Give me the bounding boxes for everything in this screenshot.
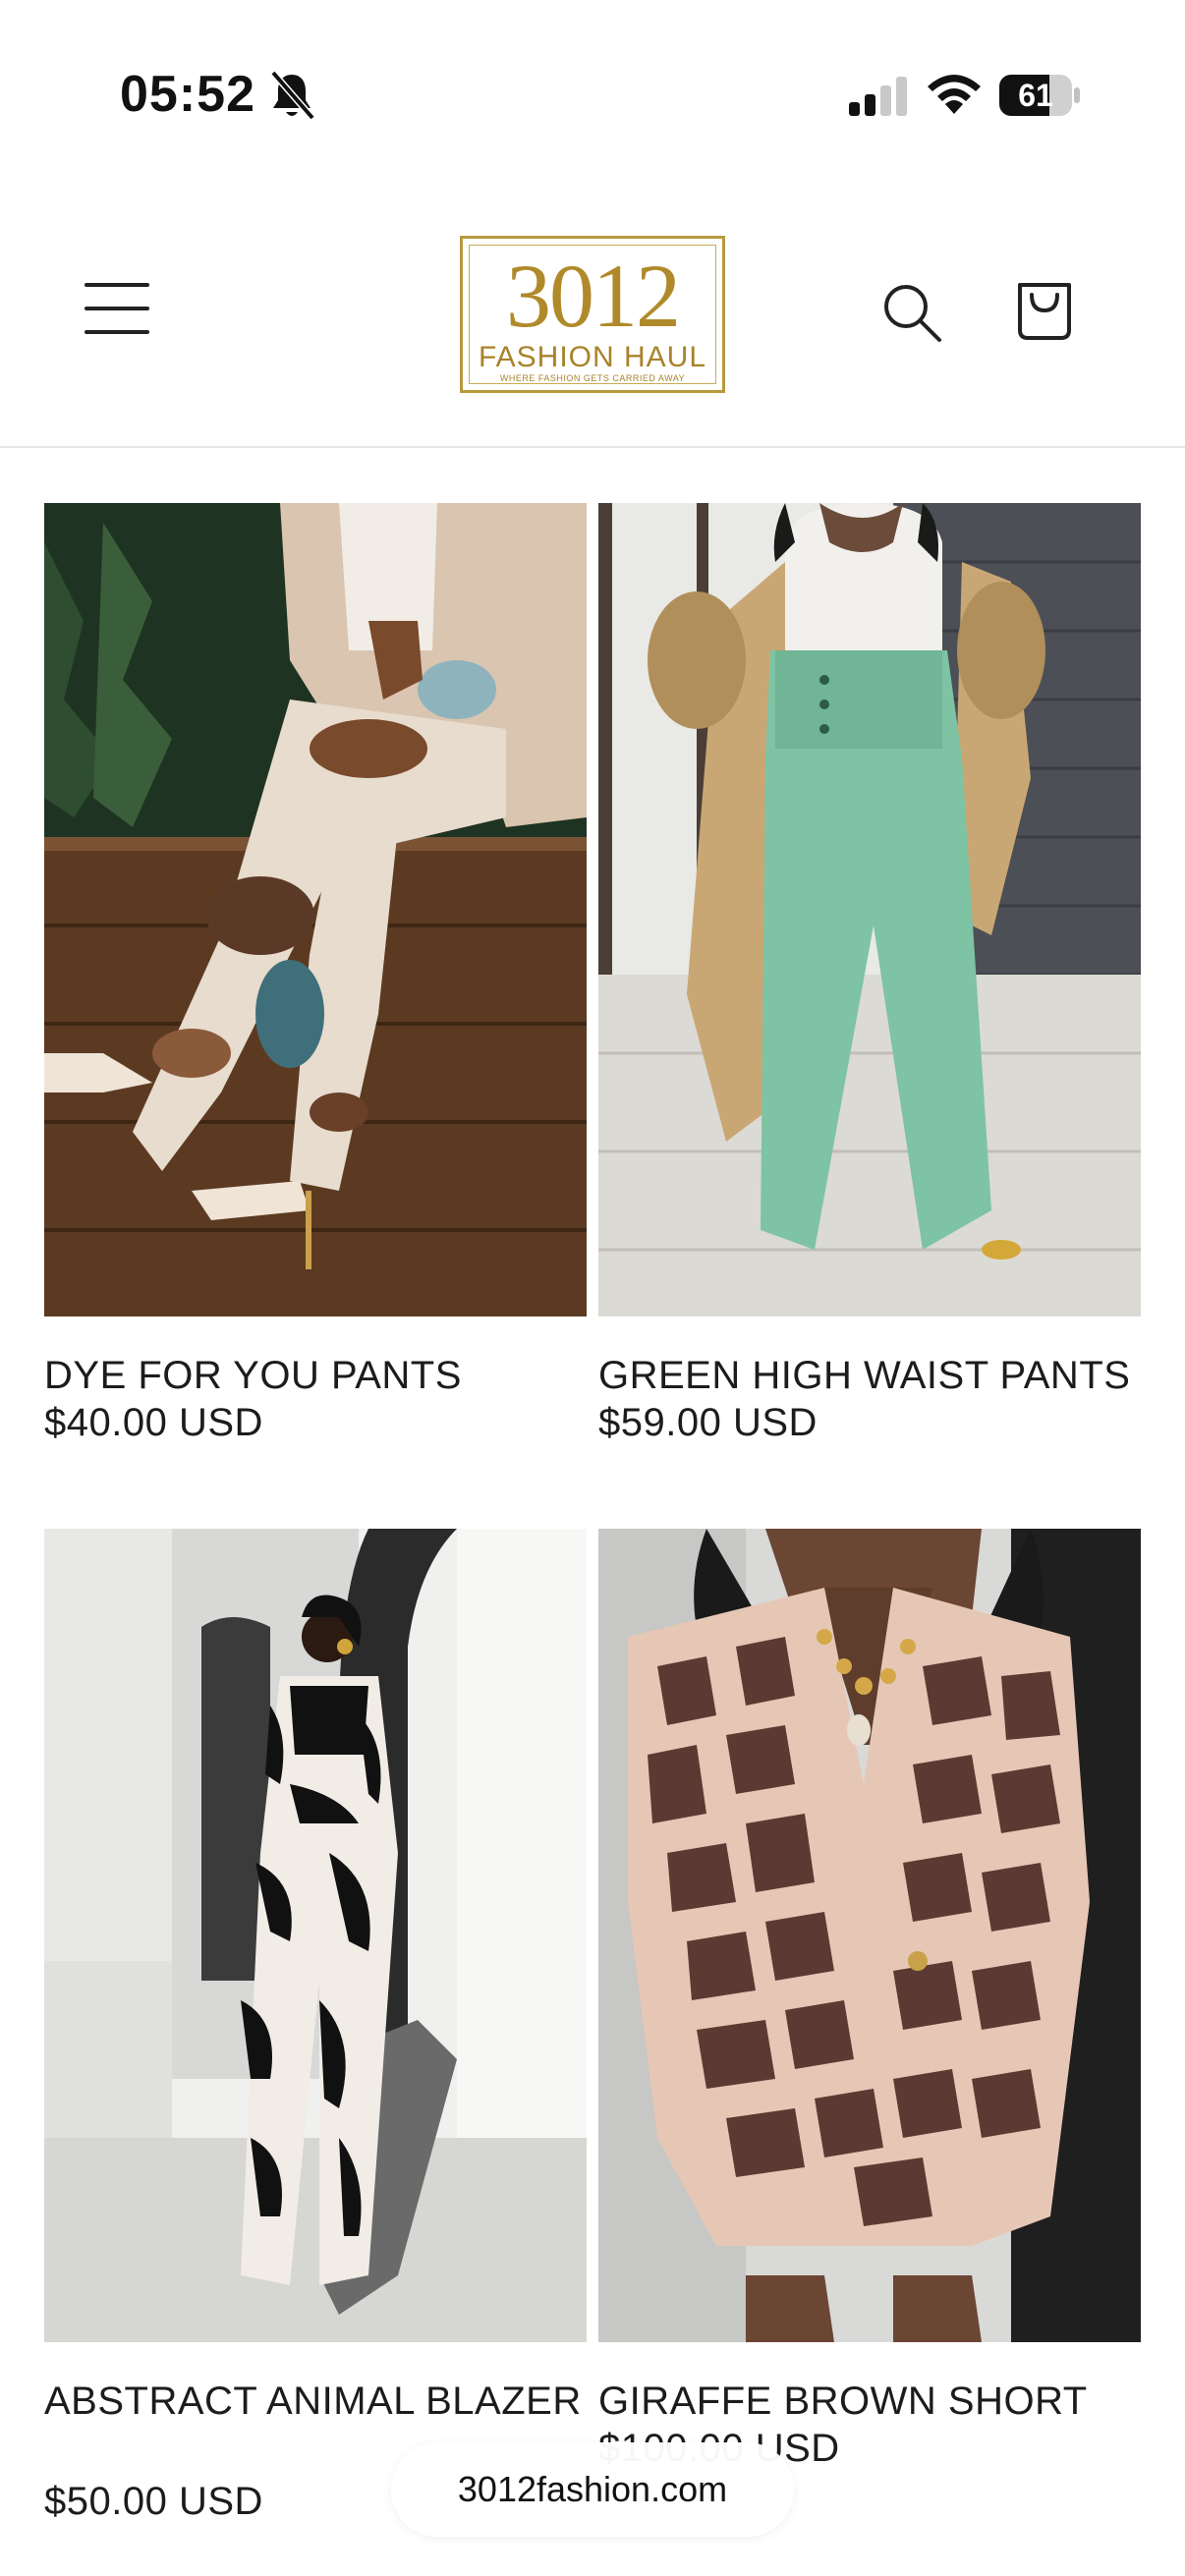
product-price: $40.00 USD [44,1401,263,1444]
site-header: 3012 FASHION HAUL WHERE FASHION GETS CAR… [0,177,1185,448]
wifi-icon [928,75,981,114]
logo-name: FASHION HAUL [478,341,707,373]
browser-url-bar[interactable]: 3012fashion.com [391,2442,794,2537]
battery-level: 61 [1018,77,1053,113]
product-card[interactable]: DYE FOR YOU PANTS $40.00 USD [44,503,587,1485]
logo-tagline: WHERE FASHION GETS CARRIED AWAY [499,373,686,383]
product-card[interactable]: ABSTRACT ANIMAL BLAZER $50.00 USD [44,1529,587,2576]
product-image[interactable] [44,1529,587,2342]
product-price: $59.00 USD [598,1401,818,1444]
product-card[interactable]: GREEN HIGH WAIST PANTS $59.00 USD [598,503,1141,1485]
product-image[interactable] [598,503,1141,1316]
product-image[interactable] [44,503,587,1316]
logo-number: 3012 [506,246,681,346]
product-title[interactable]: GREEN HIGH WAIST PANTS [598,1348,1149,1403]
product-title[interactable]: GIRAFFE BROWN SHORT [598,2374,1149,2429]
product-title[interactable]: ABSTRACT ANIMAL BLAZER [44,2374,594,2429]
product-title[interactable]: DYE FOR YOU PANTS [44,1348,594,1403]
status-bar: 05:52 61 [0,0,1185,177]
menu-icon[interactable] [85,283,149,342]
cellular-signal-icon [849,77,907,116]
status-time: 05:52 [120,66,255,123]
cart-icon[interactable] [1012,279,1077,344]
product-price: $50.00 USD [44,2480,263,2523]
bell-slash-icon [270,70,315,121]
product-card[interactable]: GIRAFFE BROWN SHORT $100.00 USD [598,1529,1141,2576]
site-logo[interactable]: 3012 FASHION HAUL WHERE FASHION GETS CAR… [460,236,725,393]
product-image[interactable] [598,1529,1141,2342]
search-icon[interactable] [880,281,945,346]
